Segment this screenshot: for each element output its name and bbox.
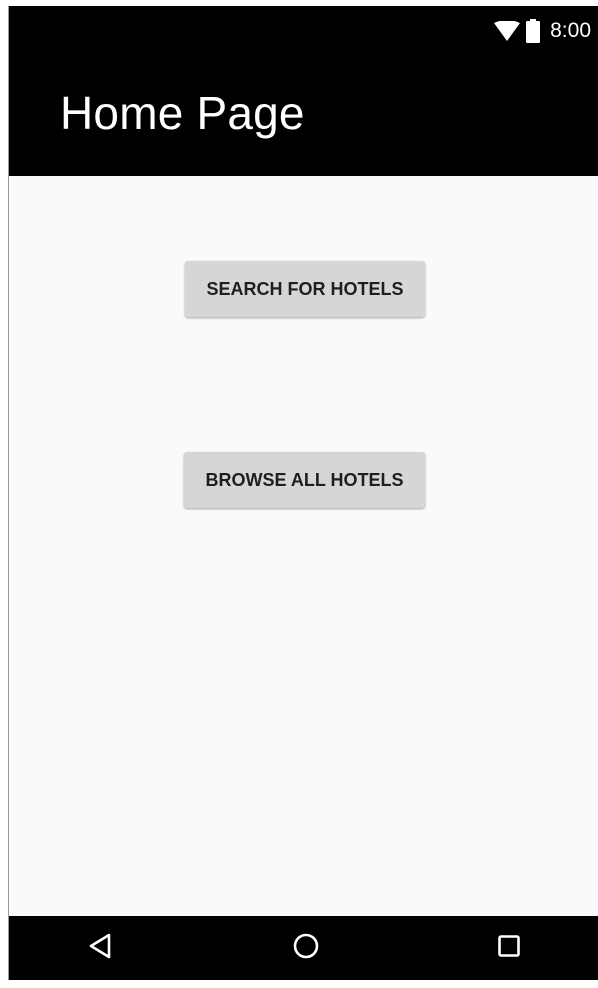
status-clock: 8:00: [550, 19, 591, 42]
phone-screen: 8:00 Home Page SEARCH FOR HOTELS BROWSE …: [8, 6, 598, 980]
recents-icon: [497, 934, 521, 963]
home-button[interactable]: [261, 916, 351, 980]
battery-icon: [526, 19, 541, 43]
status-icons: 8:00: [494, 18, 591, 44]
recents-button[interactable]: [464, 916, 554, 980]
browse-all-hotels-button[interactable]: BROWSE ALL HOTELS: [184, 452, 425, 508]
status-bar: 8:00: [9, 6, 598, 56]
home-icon: [292, 932, 320, 965]
app-bar: Home Page: [9, 56, 598, 176]
back-icon: [88, 933, 112, 964]
back-button[interactable]: [55, 916, 145, 980]
main-content: SEARCH FOR HOTELS BROWSE ALL HOTELS: [9, 176, 598, 916]
navigation-bar: [9, 916, 598, 980]
page-title: Home Page: [60, 87, 305, 139]
wifi-icon: [494, 21, 521, 41]
search-for-hotels-button[interactable]: SEARCH FOR HOTELS: [185, 261, 425, 317]
